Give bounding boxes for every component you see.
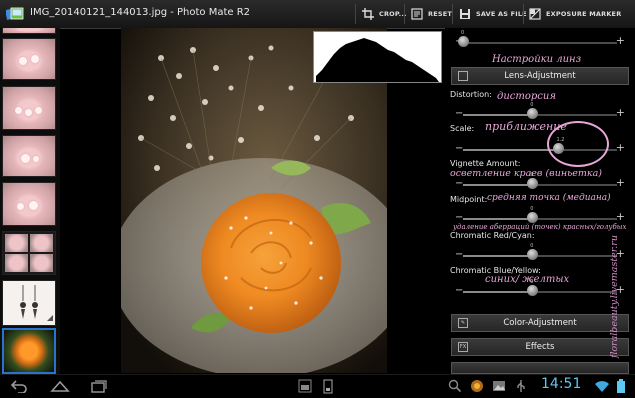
slider-fill <box>463 114 533 116</box>
slider-fill <box>463 255 533 257</box>
notification-app-icon <box>471 380 483 392</box>
plus-icon[interactable]: + <box>616 107 625 118</box>
photo-mate-app-icon[interactable] <box>6 6 24 22</box>
slider-knob[interactable] <box>527 178 539 189</box>
color-adjustment-icon: ✎ <box>458 318 468 328</box>
slider-value: 0 <box>530 172 534 178</box>
midpoint-label: Midpoint: <box>450 195 488 204</box>
fx-icon: FX <box>458 342 468 352</box>
thumbnail[interactable] <box>2 38 56 80</box>
slider-knob[interactable] <box>458 36 469 47</box>
annotation-vignette: осветление краев (виньетка) <box>450 168 602 179</box>
slider-knob[interactable] <box>527 249 539 260</box>
action-bar: IMG_20140121_144013.jpg - Photo Mate R2 … <box>0 0 635 29</box>
annotation-lens-settings: Настройки линз <box>492 54 582 65</box>
thumbnail[interactable] <box>2 182 56 226</box>
color-adjustment-button[interactable]: ✎ Color-Adjustment <box>451 314 629 332</box>
effects-button[interactable]: FX Effects <box>451 338 629 356</box>
annotation-chromatic-blue: синих/ желтых <box>485 274 570 285</box>
system-nav-bar <box>0 374 635 398</box>
wifi-icon <box>595 381 609 392</box>
reset-button[interactable]: RESET <box>411 6 452 22</box>
save-disk-icon <box>460 9 470 19</box>
slider-fill <box>463 184 533 186</box>
save-as-file-button[interactable]: SAVE AS FILE <box>459 6 527 22</box>
recent-apps-icon[interactable] <box>90 379 108 393</box>
reset-icon <box>411 8 423 20</box>
svg-text:floralbeauty.livemaster.ru: floralbeauty.livemaster.ru <box>609 235 620 359</box>
status-clock: 14:51 <box>541 376 582 392</box>
home-icon[interactable] <box>50 379 70 393</box>
chromatic-blue-yellow-slider[interactable]: −0 + <box>455 279 625 297</box>
toolbar-divider <box>404 4 405 24</box>
reset-label: RESET <box>428 10 453 18</box>
slider-knob[interactable] <box>527 212 539 223</box>
annotation-circle <box>547 121 609 167</box>
back-icon[interactable] <box>10 379 28 393</box>
thumbnail-earrings[interactable] <box>2 280 56 326</box>
slider-knob[interactable] <box>527 285 539 296</box>
slider-value: 0 <box>530 102 534 108</box>
exposure-marker-label: EXPOSURE MARKER <box>546 10 622 18</box>
thumbnail[interactable] <box>2 86 56 130</box>
toolbar-divider <box>355 4 356 24</box>
window-title: IMG_20140121_144013.jpg - Photo Mate R2 <box>30 7 251 18</box>
distortion-label: Distortion: <box>450 90 492 99</box>
battery-icon <box>617 379 625 393</box>
slider-value: 0 <box>461 30 465 36</box>
thumbnail-collage[interactable] <box>2 231 56 275</box>
crop-button[interactable]: CROP... <box>362 6 407 22</box>
annotation-chromatic-red: удаление аберраций (точек) красных/голуб… <box>453 223 627 231</box>
thumbnail[interactable] <box>2 28 56 34</box>
collapse-icon <box>458 71 468 81</box>
crop-icon <box>362 8 374 20</box>
adjustment-panel: − 0 + Настройки линз Lens-Adjustment Dis… <box>445 28 635 374</box>
top-slider[interactable]: − 0 + <box>455 30 625 48</box>
slider-value: 0 <box>530 206 534 212</box>
scale-label: Scale: <box>450 124 475 133</box>
chromatic-red-cyan-label: Chromatic Red/Cyan: <box>450 231 535 240</box>
lens-adjustment-label: Lens-Adjustment <box>504 71 576 81</box>
toolbar-divider <box>452 4 453 24</box>
effects-label: Effects <box>525 342 555 352</box>
slider-fill <box>463 149 559 151</box>
exposure-marker-icon <box>529 8 541 20</box>
thumbnail[interactable] <box>2 135 56 177</box>
vignette-amount-slider[interactable]: −0 + <box>455 172 625 190</box>
slider-fill <box>463 218 533 220</box>
chromatic-red-cyan-slider[interactable]: −0 + <box>455 243 625 261</box>
plus-icon[interactable]: + <box>616 35 625 46</box>
slider-knob[interactable] <box>527 108 539 119</box>
notification-pictures-icon <box>493 381 505 391</box>
next-section-button[interactable] <box>451 362 629 374</box>
search-icon[interactable] <box>448 379 462 393</box>
phone-icon[interactable] <box>322 379 334 395</box>
annotation-midpoint: средняя точка (медиана) <box>487 193 611 203</box>
color-adjustment-label: Color-Adjustment <box>503 318 577 328</box>
vignette-amount-label: Vignette Amount: <box>450 159 521 168</box>
screen-mode-icon[interactable] <box>298 379 312 393</box>
save-as-file-label: SAVE AS FILE <box>476 10 527 18</box>
slider-value: 0 <box>530 279 534 285</box>
watermark: floralbeauty.livemaster.ru <box>609 235 620 359</box>
crop-label: CROP... <box>379 10 407 18</box>
exposure-marker-button[interactable]: EXPOSURE MARKER <box>529 6 621 22</box>
usb-icon <box>517 380 525 392</box>
lens-adjustment-header[interactable]: Lens-Adjustment <box>451 67 629 85</box>
thumbnail-selected-rose[interactable] <box>2 328 56 374</box>
slider-fill <box>463 291 533 293</box>
distortion-slider[interactable]: −0 + <box>455 102 625 120</box>
histogram <box>313 31 442 83</box>
slider-value: 0 <box>530 243 534 249</box>
annotation-distortion: дисторсия <box>497 91 556 102</box>
plus-icon[interactable]: + <box>616 142 625 153</box>
thumbnail-strip[interactable] <box>0 28 60 374</box>
toolbar-divider <box>523 4 524 24</box>
